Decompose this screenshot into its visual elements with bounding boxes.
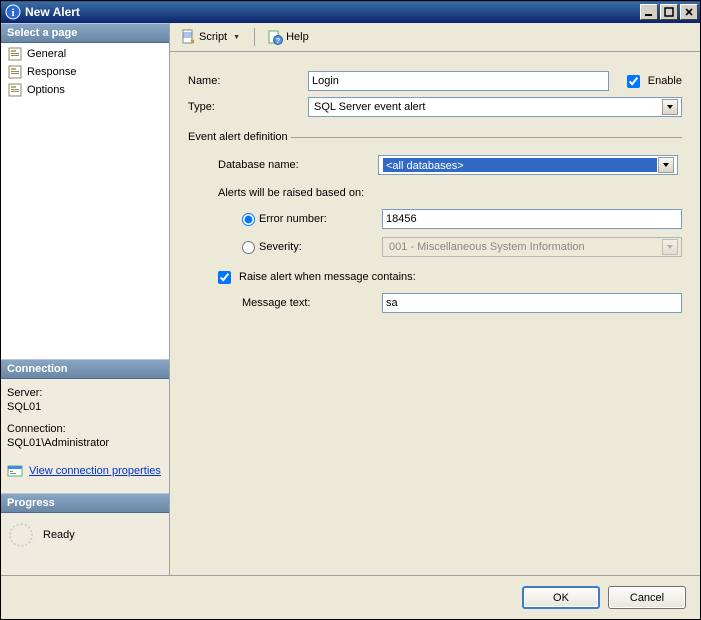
server-value: SQL01	[1, 401, 169, 413]
page-icon	[7, 46, 23, 62]
page-icon	[7, 82, 23, 98]
minimize-button[interactable]	[640, 4, 658, 20]
type-label: Type:	[188, 101, 308, 113]
db-label: Database name:	[218, 159, 378, 171]
left-pane: Select a page General Response	[1, 23, 170, 575]
page-item-label: Options	[27, 84, 65, 96]
page-item-label: General	[27, 48, 66, 60]
page-list: General Response Options	[1, 43, 169, 105]
view-connection-properties-link[interactable]: View connection properties	[29, 465, 161, 477]
enable-label: Enable	[648, 75, 682, 87]
severity-radio[interactable]: Severity:	[242, 241, 382, 254]
severity-radio-input[interactable]	[242, 241, 255, 254]
alerts-based-label: Alerts will be raised based on:	[218, 187, 364, 199]
connection-header: Connection	[1, 359, 169, 379]
app-window: i New Alert Select a page	[0, 0, 701, 620]
message-text-input[interactable]	[382, 293, 682, 313]
page-item-response[interactable]: Response	[5, 63, 165, 81]
app-icon: i	[5, 4, 21, 20]
raise-contains-checkbox[interactable]: Raise alert when message contains:	[218, 271, 416, 284]
script-label: Script	[199, 31, 227, 43]
raise-contains-checkbox-input[interactable]	[218, 271, 231, 284]
select-page-header: Select a page	[1, 23, 169, 43]
progress-status: Ready	[43, 529, 75, 541]
enable-checkbox[interactable]: Enable	[627, 75, 682, 88]
raise-contains-label: Raise alert when message contains:	[239, 271, 416, 283]
type-select[interactable]: SQL Server event alert	[308, 97, 682, 117]
name-label: Name:	[188, 75, 308, 87]
title-bar: i New Alert	[1, 1, 700, 23]
severity-value: 001 - Miscellaneous System Information	[386, 241, 662, 253]
cancel-button[interactable]: Cancel	[608, 586, 686, 609]
server-label: Server:	[1, 387, 169, 399]
svg-text:?: ?	[276, 38, 280, 45]
error-number-radio[interactable]: Error number:	[242, 213, 382, 226]
event-def-header: Event alert definition	[188, 131, 288, 143]
dialog-button-bar: OK Cancel	[1, 576, 700, 619]
script-button[interactable]: Script ▼	[176, 26, 246, 48]
connection-value: SQL01\Administrator	[1, 437, 169, 449]
severity-label: Severity:	[259, 241, 302, 253]
error-number-label: Error number:	[259, 213, 327, 225]
chevron-down-icon: ▼	[230, 34, 242, 41]
properties-icon	[7, 463, 23, 479]
right-pane: Script ▼ ? Help Name:	[170, 23, 700, 575]
toolbar-separator	[254, 28, 255, 46]
severity-select: 001 - Miscellaneous System Information	[382, 237, 682, 257]
maximize-button[interactable]	[660, 4, 678, 20]
ok-button[interactable]: OK	[522, 586, 600, 609]
message-text-label: Message text:	[242, 297, 382, 309]
close-button[interactable]	[680, 4, 698, 20]
type-value: SQL Server event alert	[312, 101, 427, 113]
help-button[interactable]: ? Help	[263, 26, 313, 48]
page-item-general[interactable]: General	[5, 45, 165, 63]
chevron-down-icon	[658, 157, 674, 173]
progress-spinner-icon	[9, 523, 33, 547]
page-item-options[interactable]: Options	[5, 81, 165, 99]
progress-header: Progress	[1, 493, 169, 513]
connection-label: Connection:	[1, 423, 169, 435]
chevron-down-icon	[662, 239, 678, 255]
svg-text:i: i	[11, 7, 14, 19]
error-number-input[interactable]	[382, 209, 682, 229]
help-icon: ?	[267, 29, 283, 45]
toolbar: Script ▼ ? Help	[170, 23, 700, 52]
help-label: Help	[286, 31, 309, 43]
page-item-label: Response	[27, 66, 77, 78]
database-select[interactable]: <all databases>	[378, 155, 678, 175]
enable-checkbox-input[interactable]	[627, 75, 640, 88]
script-icon	[180, 29, 196, 45]
error-number-radio-input[interactable]	[242, 213, 255, 226]
database-value: <all databases>	[383, 158, 657, 172]
form-area: Name: Enable Type:	[170, 52, 700, 575]
window-title: New Alert	[25, 5, 80, 19]
chevron-down-icon	[662, 99, 678, 115]
progress-panel: Ready	[1, 513, 169, 575]
name-input[interactable]	[308, 71, 609, 91]
connection-panel: Server: SQL01 Connection: SQL01\Administ…	[1, 379, 169, 493]
page-icon	[7, 64, 23, 80]
